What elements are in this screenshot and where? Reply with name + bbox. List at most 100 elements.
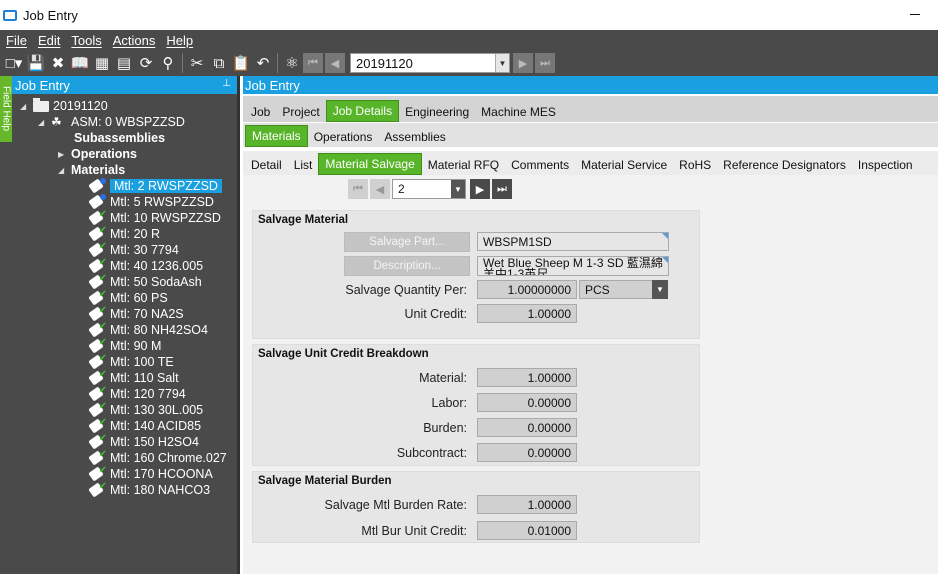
tab-job[interactable]: Job — [245, 102, 276, 122]
chevron-down-icon[interactable]: ▼ — [495, 54, 509, 72]
tree-node-material[interactable]: ✔ Mtl: 170 HCOONA — [88, 465, 213, 482]
next-material-button[interactable]: ▶ — [470, 179, 490, 199]
burden-rate-field[interactable]: 1.00000 — [477, 495, 577, 514]
uom-combo[interactable]: PCS — [579, 280, 655, 299]
labor-credit-field[interactable]: 0.00000 — [477, 393, 577, 412]
grid-icon[interactable]: ▦ — [91, 52, 113, 74]
clear-icon[interactable]: ⚲ — [157, 52, 179, 74]
tree-node-label: Mtl: 160 Chrome.027 — [110, 451, 227, 465]
tree-node-material[interactable]: ✔ Mtl: 40 1236.005 — [88, 257, 203, 274]
tree-node-job[interactable]: ◢ 20191120 — [20, 97, 108, 114]
pin-icon[interactable]: ⊥ — [222, 78, 231, 89]
quantity-per-field[interactable]: 1.00000000 — [477, 280, 577, 299]
search-binoculars-icon[interactable]: ⚛ — [281, 52, 303, 74]
tree-node-material[interactable]: ✔ Mtl: 60 PS — [88, 289, 168, 306]
previous-material-button[interactable]: ◀ — [370, 179, 390, 199]
job-number-combo[interactable]: 20191120 ▼ — [350, 53, 510, 73]
menu-help[interactable]: Help — [166, 33, 193, 48]
tab-comments[interactable]: Comments — [505, 155, 575, 175]
unit-credit-field[interactable]: 1.00000 — [477, 304, 577, 323]
tab-material-rfq[interactable]: Material RFQ — [422, 155, 505, 175]
tab-detail[interactable]: Detail — [245, 155, 288, 175]
tree-node-material[interactable]: ✔ Mtl: 150 H2SO4 — [88, 433, 199, 450]
material-seq-combo[interactable]: 2 ▼ — [392, 179, 466, 199]
tree-node-material[interactable]: ✔ Mtl: 10 RWSPZZSD — [88, 209, 221, 226]
description-button[interactable]: Description... — [344, 256, 470, 276]
book-icon[interactable]: 📖 — [69, 52, 91, 74]
previous-record-button[interactable]: ◀ — [325, 53, 345, 73]
tree-node-material[interactable]: ✔ Mtl: 80 NH42SO4 — [88, 321, 208, 338]
last-record-button[interactable]: ⏭ — [535, 53, 555, 73]
undo-icon[interactable]: ↶ — [252, 52, 274, 74]
tab-assemblies[interactable]: Assemblies — [378, 127, 451, 147]
first-record-button[interactable]: ⏮ — [303, 53, 323, 73]
tree-node-label: Mtl: 20 R — [110, 227, 161, 241]
salvage-part-button[interactable]: Salvage Part... — [344, 232, 470, 252]
next-record-button[interactable]: ▶ — [513, 53, 533, 73]
material-credit-field[interactable]: 1.00000 — [477, 368, 577, 387]
description-field[interactable]: Wet Blue Sheep M 1-3 SD 藍濕綿羊中1-3英尺 — [477, 256, 669, 276]
tree-node-operations[interactable]: ▶ Operations — [58, 146, 137, 162]
chevron-down-icon[interactable]: ▼ — [652, 280, 668, 299]
tab-rohs[interactable]: RoHS — [673, 155, 717, 175]
tab-machine-mes[interactable]: Machine MES — [475, 102, 562, 122]
chevron-down-icon[interactable]: ▼ — [451, 180, 465, 198]
tree-node-material[interactable]: ✔ Mtl: 70 NA2S — [88, 305, 184, 322]
tree-node-material[interactable]: Mtl: 5 RWSPZZSD — [88, 194, 214, 210]
field-help-tab[interactable]: Field Help — [0, 76, 12, 142]
material-tag-icon: ✔ — [88, 465, 107, 482]
tree-node-label: Mtl: 60 PS — [110, 291, 168, 305]
tree-node-label: Mtl: 30 7794 — [110, 243, 179, 257]
bur-unit-credit-field[interactable]: 0.01000 — [477, 521, 577, 540]
expand-icon[interactable]: ▶ — [58, 150, 68, 159]
tab-operations[interactable]: Operations — [308, 127, 379, 147]
tab-material-service[interactable]: Material Service — [575, 155, 673, 175]
title-bar: Job Entry — [0, 0, 938, 30]
tree-node-material[interactable]: ✔ Mtl: 30 7794 — [88, 241, 179, 258]
tab-inspection[interactable]: Inspection — [852, 155, 919, 175]
last-material-button[interactable]: ⏭ — [492, 179, 512, 199]
tree-node-material[interactable]: ✔ Mtl: 180 NAHCO3 — [88, 481, 210, 498]
tree-node-material[interactable]: ✔ Mtl: 50 SodaAsh — [88, 273, 202, 290]
tab-material-salvage[interactable]: Material Salvage — [318, 153, 422, 175]
tab-engineering[interactable]: Engineering — [399, 102, 475, 122]
tree-node-assembly[interactable]: ◢ ☘ ASM: 0 WBSPZZSD — [38, 114, 185, 130]
delete-icon[interactable]: ✖ — [47, 52, 69, 74]
tree-node-material[interactable]: ✔ Mtl: 110 Salt — [88, 369, 179, 386]
new-icon[interactable]: □▾ — [3, 52, 25, 74]
subcontract-credit-field[interactable]: 0.00000 — [477, 443, 577, 462]
tree-node-material[interactable]: ✔ Mtl: 140 ACID85 — [88, 417, 201, 434]
menu-edit[interactable]: Edit — [38, 33, 60, 48]
tree-node-material[interactable]: ✔ Mtl: 130 30L.005 — [88, 401, 203, 418]
tree-node-materials[interactable]: ◢ Materials — [58, 162, 125, 178]
material-tag-icon: ✔ — [88, 273, 107, 290]
folder-icon[interactable]: ▤ — [113, 52, 135, 74]
tree-node-material[interactable]: ✔ Mtl: 100 TE — [88, 353, 174, 370]
tab-list[interactable]: List — [288, 155, 319, 175]
menu-tools[interactable]: Tools — [71, 33, 101, 48]
tab-materials[interactable]: Materials — [245, 125, 308, 147]
minimize-icon[interactable] — [910, 14, 920, 15]
tree-node-material[interactable]: Mtl: 2 RWSPZZSD — [88, 178, 222, 194]
tree-node-material[interactable]: ✔ Mtl: 20 R — [88, 225, 161, 242]
copy-icon[interactable]: ⧉ — [208, 52, 230, 74]
save-icon[interactable]: 💾 — [25, 52, 47, 74]
salvage-part-field[interactable]: WBSPM1SD — [477, 232, 669, 251]
cut-icon[interactable]: ✂ — [186, 52, 208, 74]
tree-node-subassemblies[interactable]: Subassemblies — [74, 130, 165, 146]
collapse-icon[interactable]: ◢ — [38, 118, 48, 127]
paste-icon[interactable]: 📋 — [230, 52, 252, 74]
tab-job-details[interactable]: Job Details — [325, 100, 400, 122]
tab-project[interactable]: Project — [276, 102, 325, 122]
menu-file[interactable]: File — [6, 33, 27, 48]
tree-node-material[interactable]: ✔ Mtl: 160 Chrome.027 — [88, 449, 227, 466]
tree-node-material[interactable]: ✔ Mtl: 120 7794 — [88, 385, 186, 402]
refresh-icon[interactable]: ⟳ — [135, 52, 157, 74]
collapse-icon[interactable]: ◢ — [20, 102, 30, 111]
collapse-icon[interactable]: ◢ — [58, 166, 68, 175]
tree-node-material[interactable]: ✔ Mtl: 90 M — [88, 337, 161, 354]
first-material-button[interactable]: ⏮ — [348, 179, 368, 199]
menu-actions[interactable]: Actions — [113, 33, 156, 48]
tab-reference-designators[interactable]: Reference Designators — [717, 155, 852, 175]
burden-credit-field[interactable]: 0.00000 — [477, 418, 577, 437]
